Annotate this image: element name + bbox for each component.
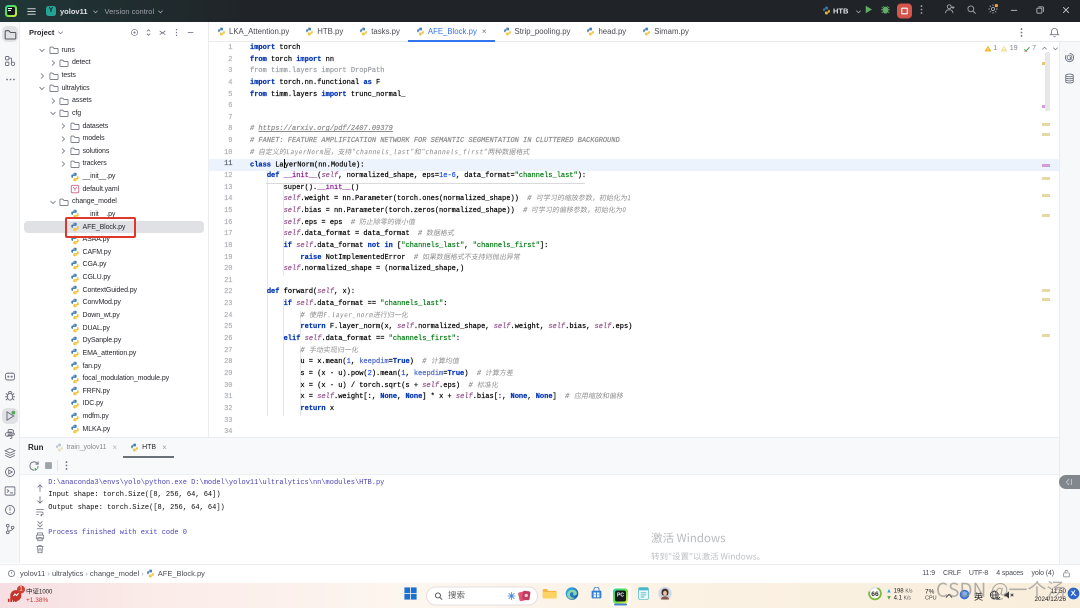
svg-text:66: 66	[871, 590, 879, 597]
